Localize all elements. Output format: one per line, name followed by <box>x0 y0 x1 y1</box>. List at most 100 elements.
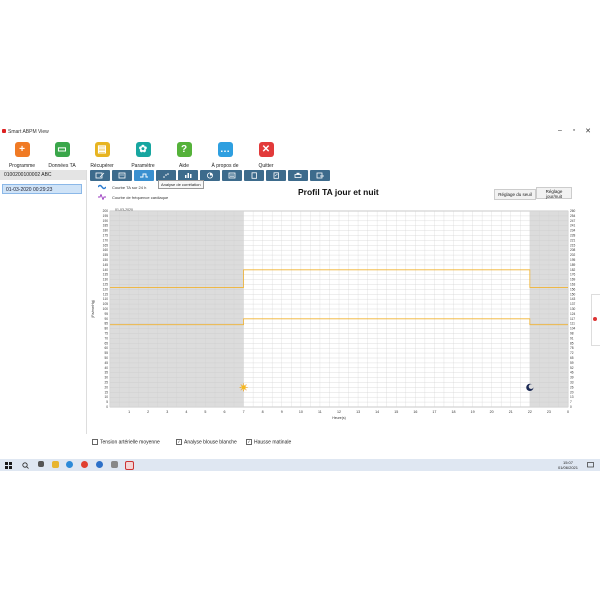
y-tick-right: 52 <box>570 366 574 370</box>
patient-id[interactable]: 0100200100002 ABC <box>0 170 86 180</box>
y-tick-right: 13 <box>570 395 574 399</box>
task-view-icon[interactable] <box>38 461 44 467</box>
y-tick-right: 241 <box>570 224 576 228</box>
bp-curve-legend[interactable]: Courbe TA sur 24 h <box>112 185 146 190</box>
notification-icon[interactable] <box>587 462 594 468</box>
y-tick-right: 202 <box>570 253 576 257</box>
tab-summary[interactable] <box>222 170 242 181</box>
checkbox-white-coat[interactable]: ✓ Analyse blouse blanche <box>176 439 237 445</box>
y-tick-right: 195 <box>570 258 576 262</box>
y-tick-right: 137 <box>570 302 576 306</box>
y-tick-right: 85 <box>570 341 574 345</box>
y-tick-right: 215 <box>570 243 576 247</box>
y-tick-right: 91 <box>570 336 574 340</box>
close-window-button[interactable]: ✕ <box>582 127 594 135</box>
y-tick-left: 145 <box>103 263 109 267</box>
maximize-button[interactable]: ▫ <box>568 127 580 134</box>
x-tick-label: 9 <box>281 410 283 414</box>
y-tick-right: 221 <box>570 238 576 242</box>
tab-document[interactable] <box>244 170 264 181</box>
checkbox-box <box>92 439 98 445</box>
y-tick-right: 65 <box>570 356 574 360</box>
y-tick-right: 182 <box>570 268 576 272</box>
y-tick-right: 247 <box>570 219 576 223</box>
x-tick-label: 4 <box>185 410 187 414</box>
tab-day-night-profile[interactable] <box>134 170 154 181</box>
print-icon <box>294 172 302 178</box>
chart-area: Courbe TA sur 24 h Courbe de fréquence c… <box>88 183 600 445</box>
x-tick-label: 7 <box>243 410 245 414</box>
hr-curve-legend[interactable]: Courbe de fréquence cardiaque <box>112 195 168 200</box>
side-popup-edge <box>591 294 600 346</box>
y-tick-right: 26 <box>570 385 574 389</box>
y-tick-right: 260 <box>570 209 576 213</box>
tab-list[interactable] <box>112 170 132 181</box>
x-axis-label: Heure(s) <box>332 416 346 420</box>
file-explorer-icon[interactable] <box>52 461 59 468</box>
day-night-settings-button[interactable]: Réglage jour/nuit <box>536 187 572 199</box>
edit-report-icon <box>95 172 105 179</box>
app-icon[interactable] <box>111 461 118 468</box>
y-tick-left: 185 <box>103 224 109 228</box>
x-tick-label: 12 <box>337 410 341 414</box>
y-tick-right: 143 <box>570 297 576 301</box>
y-tick-left: 120 <box>103 287 109 291</box>
programme-label: Programme <box>8 163 36 169</box>
search-icon[interactable] <box>22 462 29 469</box>
abpm-app-icon[interactable] <box>125 461 134 470</box>
y-tick-left: 10 <box>104 395 108 399</box>
y-tick-left: 75 <box>104 332 108 336</box>
parametre-label: Paramètre <box>131 163 155 169</box>
person-add-icon: + <box>14 142 30 157</box>
tab-pdf[interactable] <box>266 170 286 181</box>
tab-print[interactable] <box>288 170 308 181</box>
y-tick-left: 95 <box>104 312 108 316</box>
checkbox-morning-surge[interactable]: ✓ Hausse matinale <box>246 439 291 445</box>
session-item[interactable]: 01-03-2020 00:29:23 <box>2 184 82 194</box>
x-tick-label: 20 <box>490 410 494 414</box>
gear-icon: ✿ <box>135 142 151 157</box>
y-tick-left: 165 <box>103 243 109 247</box>
y-tick-left: 50 <box>104 356 108 360</box>
tab-report[interactable] <box>90 170 110 181</box>
browser-icon[interactable] <box>96 461 103 468</box>
minimize-button[interactable]: – <box>554 127 566 134</box>
day-night-label-2: jour/nuit <box>545 194 562 199</box>
x-tick-label: 1 <box>128 410 130 414</box>
y-tick-right: 104 <box>570 327 576 331</box>
summary-icon <box>228 172 236 179</box>
checkbox-mean-pressure[interactable]: Tension artérielle moyenne <box>92 439 160 445</box>
y-tick-left: 105 <box>103 302 109 306</box>
threshold-settings-button[interactable]: Réglage du seuil <box>494 189 536 200</box>
windows-start-icon[interactable] <box>5 462 12 469</box>
y-tick-left: 125 <box>103 283 109 287</box>
donnees-ta-label: Données TA <box>48 163 76 169</box>
x-tick-label: 5 <box>204 410 206 414</box>
y-tick-right: 78 <box>570 346 574 350</box>
y-tick-left: 60 <box>104 346 108 350</box>
view-tabs <box>90 170 368 181</box>
patient-panel: 0100200100002 ABC 01-03-2020 00:29:23 <box>0 170 87 434</box>
y-tick-right: 46 <box>570 371 574 375</box>
x-tick-label: 3 <box>166 410 168 414</box>
tab-export[interactable] <box>310 170 330 181</box>
y-tick-right: 39 <box>570 376 574 380</box>
y-tick-left: 115 <box>103 292 108 296</box>
clock[interactable]: 15:07 01/06/2021 <box>558 460 578 470</box>
x-tick-label: 21 <box>509 410 513 414</box>
x-tick-label: 18 <box>452 410 456 414</box>
y-tick-left: 170 <box>103 238 109 242</box>
moon-crescent <box>528 384 534 389</box>
y-tick-right: 124 <box>570 312 576 316</box>
chrome-icon[interactable] <box>81 461 88 468</box>
x-tick-label: 15 <box>394 410 398 414</box>
y-tick-left: 100 <box>103 307 109 311</box>
y-tick-left: 65 <box>104 341 108 345</box>
x-tick-label: 16 <box>413 410 417 414</box>
edge-icon[interactable] <box>66 461 73 468</box>
x-tick-label: 17 <box>432 410 436 414</box>
y-tick-right: 111 <box>570 322 575 326</box>
bp-profile-chart[interactable]: 0 05 710 1315 2020 2625 3330 3935 4640 5245 5950 65… <box>88 203 588 429</box>
window-title: Smart ABPM View <box>8 129 49 135</box>
data-folder-icon: ▭ <box>54 142 70 157</box>
